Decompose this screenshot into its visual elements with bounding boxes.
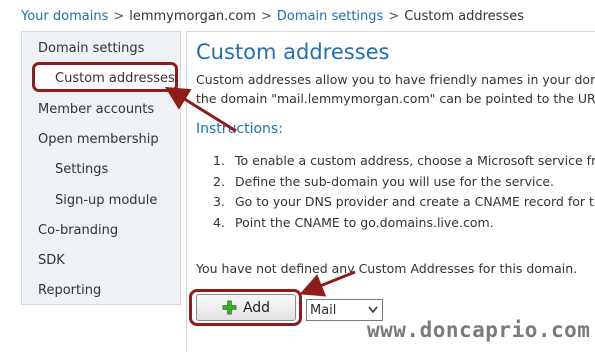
arrow-to-sidebar bbox=[164, 86, 237, 133]
arrow-to-add-button bbox=[299, 270, 356, 297]
watermark: www.doncaprio.com bbox=[367, 318, 591, 342]
annotation-arrows bbox=[164, 86, 356, 297]
